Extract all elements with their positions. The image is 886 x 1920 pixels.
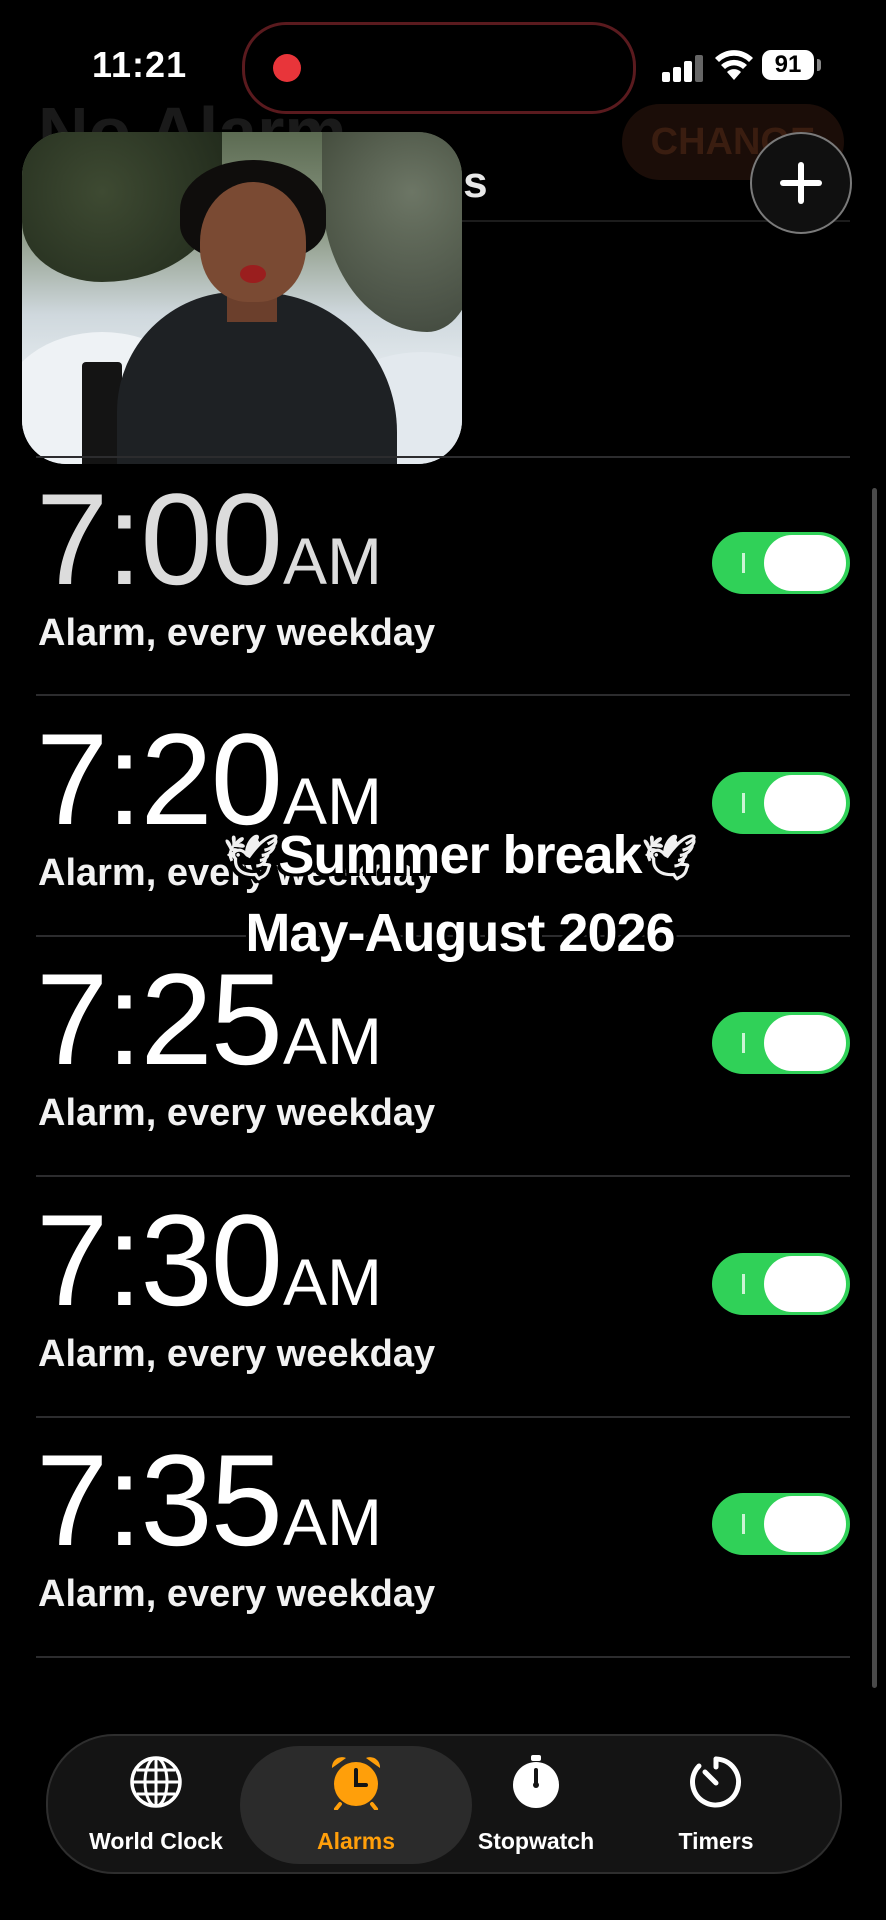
video-caption: 🕊Summer break🕊 May-August 2026 (160, 818, 760, 970)
tab-stopwatch[interactable]: Stopwatch (446, 1736, 626, 1872)
alarm-toggle[interactable] (712, 1253, 850, 1315)
alarm-row[interactable]: 7:35AM Alarm, every weekday (36, 1423, 850, 1661)
alarm-row[interactable]: 7:25AM Alarm, every weekday (36, 942, 850, 1180)
person-mouth (240, 265, 266, 283)
alarm-row[interactable]: 7:30AM Alarm, every weekday (36, 1183, 850, 1421)
status-time: 11:21 (92, 44, 188, 85)
alarm-label: Alarm, every weekday (38, 1092, 436, 1134)
divider (36, 1175, 850, 1177)
chair-shape (82, 362, 122, 464)
tab-alarms[interactable]: Alarms (266, 1736, 446, 1872)
alarm-row[interactable]: 7:00AM Alarm, every weekday (36, 462, 850, 700)
alarm-label: Alarm, every weekday (38, 612, 436, 654)
person-head (200, 182, 306, 302)
tab-bar: World Clock Alarms Stopwatch Timers (46, 1734, 842, 1874)
alarm-toggle[interactable] (712, 1493, 850, 1555)
add-alarm-button[interactable] (750, 132, 852, 234)
divider (36, 1656, 850, 1658)
battery-icon: 91 (762, 50, 814, 80)
battery-tip (817, 59, 821, 71)
caption-line-2: May-August 2026 (245, 902, 675, 963)
wifi-icon (715, 50, 753, 80)
stopwatch-icon (513, 1755, 559, 1808)
globe-icon (130, 1756, 182, 1808)
tree-shape (322, 132, 462, 332)
recording-indicator-icon (273, 54, 301, 82)
alarm-time: 7:25AM (36, 946, 383, 1092)
alarm-label: Alarm, every weekday (38, 1333, 436, 1375)
alarm-label: Alarm, every weekday (38, 1573, 436, 1615)
alarm-toggle[interactable] (712, 1012, 850, 1074)
tab-world-clock[interactable]: World Clock (66, 1736, 246, 1872)
timer-icon (690, 1756, 742, 1808)
cellular-signal-icon (662, 54, 704, 82)
tab-timers[interactable]: Timers (626, 1736, 806, 1872)
alarm-clock-icon (331, 1757, 381, 1810)
divider (36, 694, 850, 696)
alarm-toggle[interactable] (712, 532, 850, 594)
picture-in-picture-video[interactable] (22, 132, 462, 464)
alarm-time: 7:00AM (36, 466, 383, 612)
alarm-time: 7:30AM (36, 1187, 383, 1333)
dove-icon: 🕊 (223, 833, 280, 883)
divider (36, 1416, 850, 1418)
scrollbar[interactable] (872, 488, 877, 1688)
divider (36, 456, 850, 458)
alarm-time: 7:35AM (36, 1427, 383, 1573)
dove-icon: 🕊 (641, 833, 698, 883)
caption-line-1: Summer break (278, 825, 642, 885)
